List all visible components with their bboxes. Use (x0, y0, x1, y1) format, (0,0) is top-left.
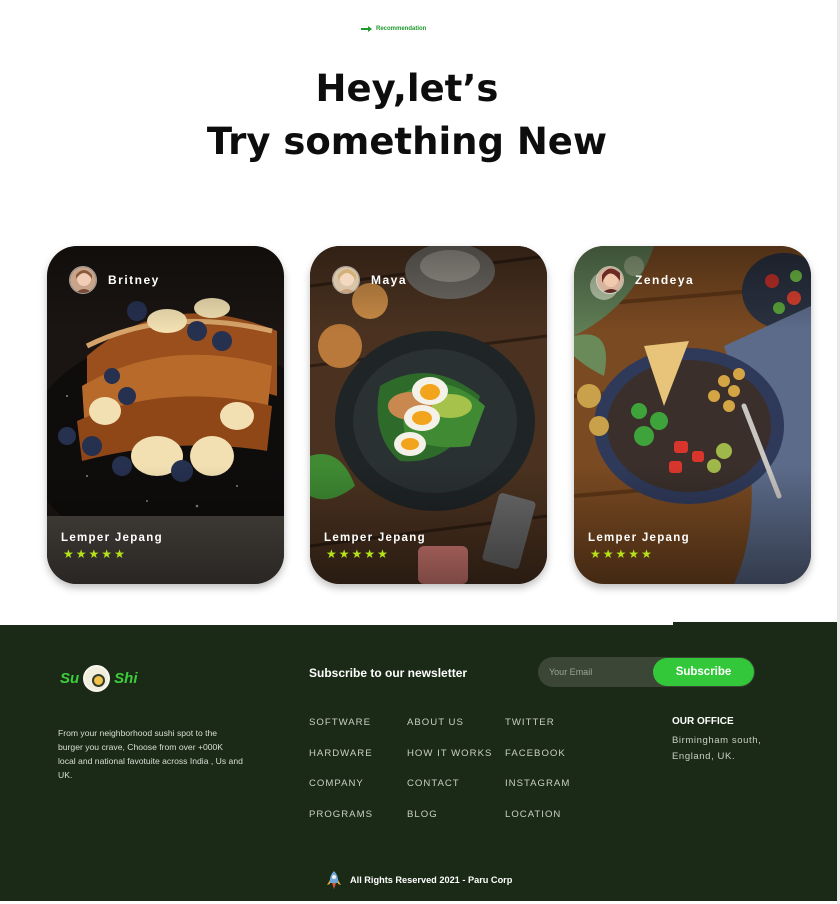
star-icon: ★ (326, 547, 337, 561)
footer-link-hardware[interactable]: HARDWARE (309, 748, 373, 779)
avatar (69, 266, 97, 294)
newsletter-form: Subscribe (538, 657, 755, 687)
star-rating: ★ ★ ★ ★ ★ (326, 548, 388, 560)
star-icon: ★ (615, 547, 627, 561)
recommendation-page: Recommendation Hey,let’s Try something N… (0, 0, 840, 904)
footer-link-programs[interactable]: PROGRAMS (309, 809, 373, 840)
logo-text-left: Su (60, 670, 80, 687)
star-icon: ★ (63, 547, 74, 561)
author-name: Britney (108, 273, 160, 287)
footer-link-location[interactable]: LOCATION (505, 809, 570, 840)
footer-about-text: From your neighborhood sushi spot to the… (58, 728, 243, 780)
card-author: Britney (69, 266, 160, 294)
footer-link-about-us[interactable]: ABOUT US (407, 717, 492, 748)
footer-link-twitter[interactable]: TWITTER (505, 717, 570, 748)
avatar (596, 266, 624, 294)
sushi-logo[interactable]: Su Shi (60, 665, 138, 692)
star-icon: ★ (88, 547, 100, 561)
site-footer: Su Shi From your neighborhood sushi spot… (0, 625, 837, 901)
copyright: All Rights Reserved 2021 - Paru Corp (326, 871, 512, 889)
footer-links-column-2: ABOUT US HOW IT WORKS CONTACT BLOG (407, 717, 492, 839)
logo-text-right: Shi (114, 670, 138, 687)
star-icon: ★ (364, 547, 376, 561)
star-icon: ★ (75, 547, 87, 561)
copyright-text: All Rights Reserved 2021 - Paru Corp (350, 875, 513, 885)
recipe-card-maya[interactable]: Maya Lemper Jepang ★ ★ ★ ★ ★ (310, 246, 547, 584)
footer-links-column-1: SOFTWARE HARDWARE COMPANY PROGRAMS (309, 717, 373, 839)
arrow-right-icon (361, 26, 372, 32)
star-icon: ★ (641, 547, 652, 561)
footer-link-company[interactable]: COMPANY (309, 778, 373, 809)
footer-link-how-it-works[interactable]: HOW IT WORKS (407, 748, 492, 779)
footer-link-software[interactable]: SOFTWARE (309, 717, 373, 748)
star-icon: ★ (377, 547, 388, 561)
star-rating: ★ ★ ★ ★ ★ (63, 548, 125, 560)
recipe-card-zendeya[interactable]: Zendeya Lemper Jepang ★ ★ ★ ★ ★ (574, 246, 811, 584)
footer-link-instagram[interactable]: INSTAGRAM (505, 778, 570, 809)
card-author: Zendeya (596, 266, 694, 294)
footer-links-column-3: TWITTER FACEBOOK INSTAGRAM LOCATION (505, 717, 570, 839)
eyebrow-label: Recommendation (376, 26, 427, 32)
star-icon: ★ (114, 547, 125, 561)
office-address: Birmingham south, England, UK. (672, 735, 762, 762)
hero-title-line-1: Hey,let’s (315, 67, 499, 110)
star-icon: ★ (628, 547, 640, 561)
author-name: Zendeya (635, 273, 695, 287)
office-title: OUR OFFICE (672, 716, 734, 727)
footer-link-facebook[interactable]: FACEBOOK (505, 748, 570, 779)
star-icon: ★ (351, 547, 363, 561)
card-title: Lemper Jepang (588, 532, 690, 544)
newsletter-title: Subscribe to our newsletter (309, 666, 468, 680)
star-icon: ★ (338, 547, 350, 561)
star-icon: ★ (101, 547, 113, 561)
star-icon: ★ (602, 547, 614, 561)
footer-link-contact[interactable]: CONTACT (407, 778, 492, 809)
footer-link-blog[interactable]: BLOG (407, 809, 492, 840)
star-icon: ★ (590, 547, 601, 561)
sushi-roll-icon (83, 665, 111, 692)
subscribe-button[interactable]: Subscribe (653, 658, 754, 686)
star-rating: ★ ★ ★ ★ ★ (590, 548, 652, 560)
recipe-card-britney[interactable]: Britney Lemper Jepang ★ ★ ★ ★ ★ (47, 246, 284, 584)
hero-title-line-2: Try something New (206, 120, 608, 163)
avatar (332, 266, 360, 294)
card-title: Lemper Jepang (324, 532, 426, 544)
recommendation-eyebrow: Recommendation (361, 26, 426, 32)
author-name: Maya (371, 273, 408, 287)
email-input[interactable] (549, 667, 649, 677)
card-author: Maya (332, 266, 407, 294)
rocket-icon (327, 871, 341, 889)
card-title: Lemper Jepang (61, 532, 163, 544)
hero-title: Hey,let’s Try something New (0, 62, 814, 168)
